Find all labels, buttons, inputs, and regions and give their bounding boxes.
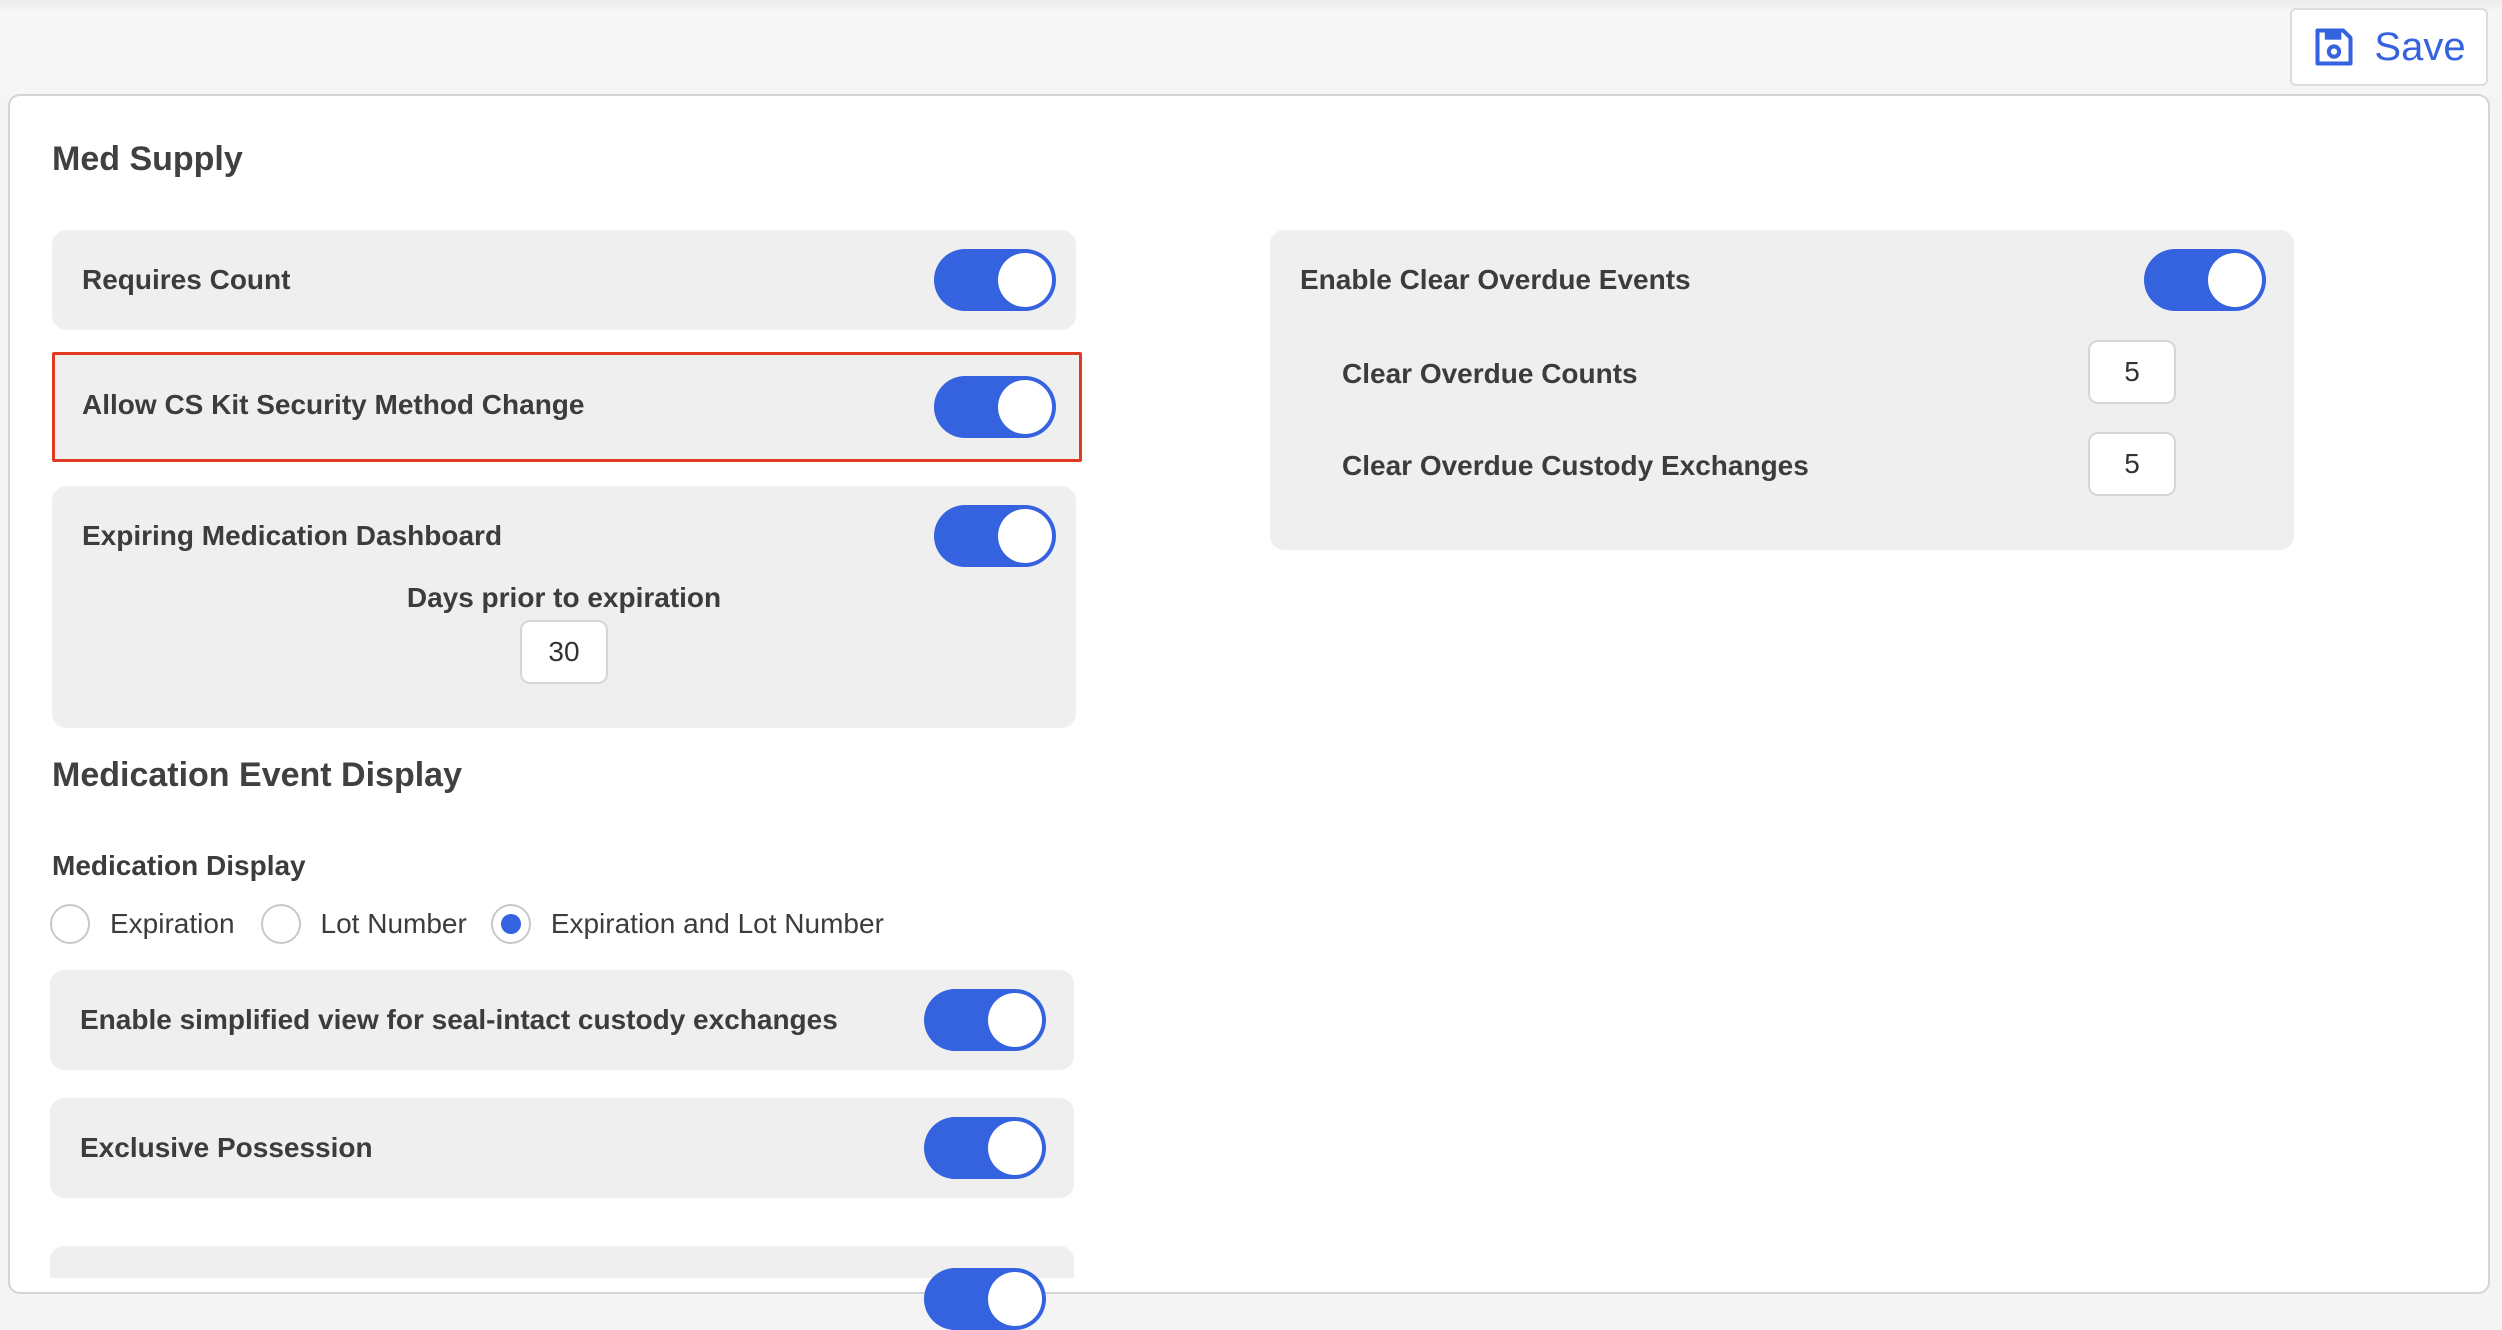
- medication-display-label: Medication Display: [52, 850, 306, 881]
- radio-option-expiration[interactable]: Expiration: [50, 904, 235, 944]
- radio-label: Lot Number: [320, 908, 467, 939]
- toggle-knob: [988, 1272, 1042, 1326]
- clear-overdue-custody-input[interactable]: [2088, 432, 2176, 496]
- setting-card-allow-cs-kit-security: Allow CS Kit Security Method Change: [52, 352, 1082, 462]
- section-title-med-supply: Med Supply: [52, 140, 243, 178]
- save-button-label: Save: [2374, 24, 2466, 69]
- simplified-view-label: Enable simplified view for seal-intact c…: [80, 1004, 838, 1035]
- save-button[interactable]: Save: [2290, 8, 2488, 86]
- toggle-knob: [998, 253, 1052, 307]
- clear-overdue-toggle[interactable]: [2144, 249, 2266, 311]
- radio-option-expiration-and-lot-number[interactable]: Expiration and Lot Number: [490, 904, 884, 944]
- requires-count-label: Requires Count: [82, 264, 291, 295]
- clear-overdue-counts-label: Clear Overdue Counts: [1342, 358, 1638, 389]
- exclusive-possession-label: Exclusive Possession: [80, 1132, 373, 1163]
- setting-card-partial: [50, 1246, 1074, 1330]
- expiring-dashboard-toggle[interactable]: [934, 505, 1056, 567]
- simplified-view-toggle[interactable]: [924, 989, 1046, 1051]
- partial-toggle[interactable]: [924, 1268, 1046, 1330]
- toggle-knob: [988, 993, 1042, 1047]
- radio-option-lot-number[interactable]: Lot Number: [260, 904, 467, 944]
- radio-label: Expiration: [110, 908, 235, 939]
- top-toolbar: [0, 0, 2502, 96]
- setting-card-requires-count: Requires Count: [52, 230, 1076, 330]
- section-title-medication-event-display: Medication Event Display: [52, 756, 462, 794]
- clear-overdue-counts-input[interactable]: [2088, 340, 2176, 404]
- clear-overdue-label: Enable Clear Overdue Events: [1300, 264, 1691, 295]
- toggle-knob: [998, 509, 1052, 563]
- radio-button-selected[interactable]: [490, 904, 531, 944]
- medication-display-radio-group: Expiration Lot Number Expiration and Lot…: [50, 902, 884, 946]
- setting-card-clear-overdue: Enable Clear Overdue Events Clear Overdu…: [1270, 230, 2294, 550]
- toggle-knob: [998, 380, 1052, 434]
- days-prior-input[interactable]: [520, 620, 608, 684]
- setting-card-expiring-dashboard: Expiring Medication Dashboard Days prior…: [52, 486, 1076, 728]
- radio-label: Expiration and Lot Number: [550, 908, 884, 939]
- radio-button[interactable]: [260, 904, 301, 944]
- toggle-knob: [988, 1121, 1042, 1175]
- radio-button[interactable]: [50, 904, 90, 944]
- expiring-dashboard-label: Expiring Medication Dashboard: [82, 520, 503, 551]
- allow-cs-kit-security-toggle[interactable]: [934, 376, 1056, 438]
- setting-card-simplified-view: Enable simplified view for seal-intact c…: [50, 970, 1074, 1070]
- toggle-knob: [2208, 253, 2262, 307]
- setting-card-exclusive-possession: Exclusive Possession: [50, 1098, 1074, 1198]
- requires-count-toggle[interactable]: [934, 249, 1056, 311]
- days-prior-label: Days prior to expiration: [406, 582, 722, 613]
- floppy-disk-icon: [2312, 25, 2356, 69]
- exclusive-possession-toggle[interactable]: [924, 1117, 1046, 1179]
- clear-overdue-custody-label: Clear Overdue Custody Exchanges: [1342, 450, 1809, 481]
- allow-cs-kit-security-label: Allow CS Kit Security Method Change: [82, 389, 585, 420]
